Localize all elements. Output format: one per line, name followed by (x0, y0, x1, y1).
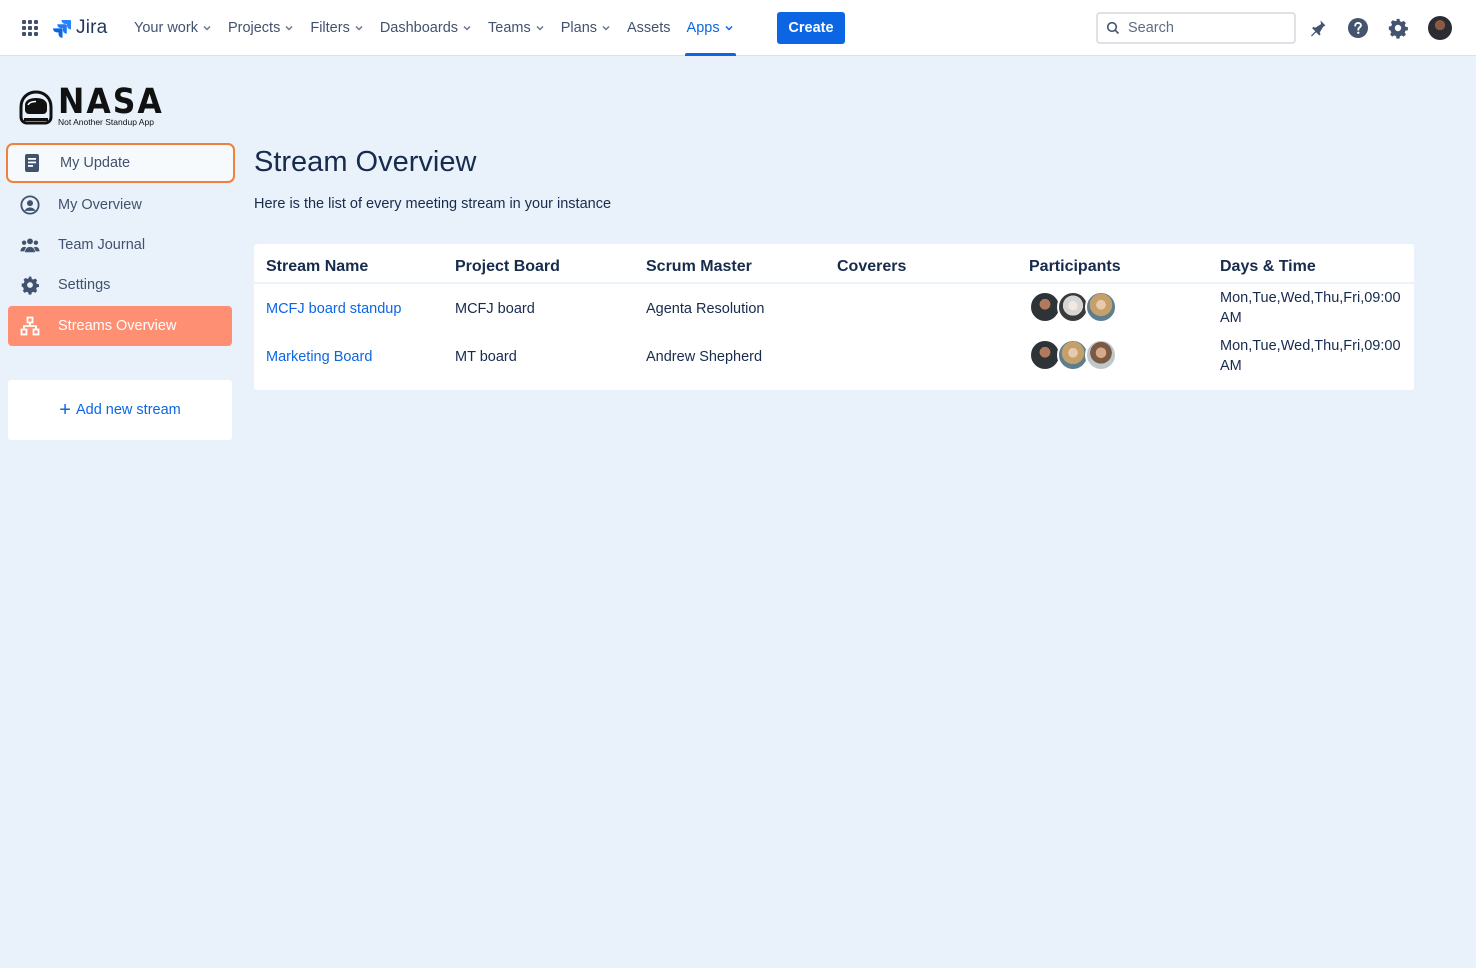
nav-filters[interactable]: Filters (302, 0, 371, 56)
nav-label: Filters (310, 20, 350, 36)
primary-nav: Your work Projects Filters Dashboards Te… (126, 0, 742, 56)
app-switcher-icon[interactable] (20, 18, 40, 38)
column-header-days-time: Days & Time (1220, 258, 1316, 275)
scrum-master-cell: Andrew Shepherd (646, 349, 763, 365)
search-input[interactable] (1128, 20, 1278, 36)
nav-label: Teams (488, 20, 531, 36)
sidebar-item-label: Streams Overview (58, 318, 177, 334)
chevron-down-icon (725, 25, 733, 31)
sidebar-item-my-update[interactable]: My Update (6, 143, 235, 183)
plus-icon: + (59, 399, 71, 421)
chevron-down-icon (536, 25, 544, 31)
streams-table: Stream Name Project Board Scrum Master C… (254, 244, 1414, 390)
table-row: Marketing Board MT board Andrew Shepherd… (254, 332, 1414, 380)
brand-name: NASA (58, 82, 164, 122)
scrum-master-cell: Agenta Resolution (646, 301, 765, 317)
days-time-cell: Mon,Tue,Wed,Thu,Fri,09:00 AM (1220, 338, 1401, 374)
sidebar-item-label: Team Journal (58, 237, 146, 253)
sidebar-item-label: My Overview (58, 197, 142, 213)
add-new-stream-button[interactable]: + Add new stream (59, 399, 181, 421)
project-board-cell: MT board (455, 349, 517, 365)
nav-dashboards[interactable]: Dashboards (372, 0, 480, 56)
hierarchy-icon (20, 316, 40, 336)
brand-tagline: Not Another Standup App (58, 117, 154, 127)
page-description: Here is the list of every meeting stream… (254, 196, 612, 212)
jira-logo[interactable]: Jira (52, 15, 107, 41)
sidebar: NASA Not Another Standup App My Update M… (0, 57, 240, 968)
sidebar-item-label: Settings (58, 277, 111, 293)
add-stream-card: + Add new stream (8, 380, 232, 440)
chevron-down-icon (355, 25, 363, 31)
participants-avatars (1029, 291, 1117, 323)
table-header: Stream Name Project Board Scrum Master C… (254, 244, 1414, 284)
days-time-cell: Mon,Tue,Wed,Thu,Fri,09:00 AM (1220, 290, 1401, 326)
nav-label: Plans (560, 20, 598, 36)
chevron-down-icon (203, 25, 211, 31)
column-header-coverers: Coverers (837, 258, 907, 275)
avatar[interactable] (1085, 291, 1117, 323)
column-header-scrum-master: Scrum Master (646, 258, 752, 275)
sidebar-item-settings[interactable]: Settings (8, 265, 232, 305)
jira-product-name: Jira (76, 17, 108, 38)
nav-label: Projects (227, 20, 281, 36)
stream-name-link[interactable]: MCFJ board standup (266, 301, 401, 317)
nav-your-work[interactable]: Your work (126, 0, 220, 56)
nav-label: Apps (686, 20, 720, 36)
nasa-logo: NASA Not Another Standup App (18, 82, 178, 129)
people-icon (20, 235, 40, 255)
profile-avatar[interactable] (1428, 16, 1452, 40)
jira-logo-icon (53, 20, 71, 38)
search-box[interactable] (1096, 12, 1296, 44)
chevron-down-icon (463, 25, 471, 31)
user-circle-icon (20, 195, 40, 215)
sidebar-item-label: My Update (60, 155, 131, 171)
nav-label: Dashboards (379, 20, 459, 36)
nav-label: Assets (627, 20, 671, 36)
project-board-cell: MCFJ board (455, 301, 535, 317)
astronaut-helmet-icon (19, 90, 53, 125)
page-title: Stream Overview (254, 146, 477, 178)
notifications-icon[interactable] (1306, 16, 1330, 40)
table-row: MCFJ board standup MCFJ board Agenta Res… (254, 284, 1414, 332)
nav-label: Your work (134, 20, 198, 36)
settings-icon[interactable] (1386, 16, 1410, 40)
gear-icon (20, 275, 40, 295)
nav-teams[interactable]: Teams (480, 0, 553, 56)
help-icon[interactable] (1346, 16, 1370, 40)
search-icon (1106, 21, 1120, 35)
avatar[interactable] (1085, 339, 1117, 371)
nav-projects[interactable]: Projects (220, 0, 302, 56)
nav-apps[interactable]: Apps (679, 0, 742, 56)
nav-plans[interactable]: Plans (553, 0, 619, 56)
top-navigation: Jira Your work Projects Filters Dashboar… (0, 0, 1476, 56)
document-icon (22, 153, 42, 173)
column-header-project-board: Project Board (455, 258, 560, 275)
create-button[interactable]: Create (777, 12, 845, 44)
column-header-participants: Participants (1029, 258, 1121, 275)
add-new-stream-label: Add new stream (75, 402, 181, 418)
stream-name-link[interactable]: Marketing Board (266, 349, 372, 365)
column-header-stream-name: Stream Name (266, 258, 369, 275)
sidebar-item-streams-overview[interactable]: Streams Overview (8, 306, 232, 346)
chevron-down-icon (602, 25, 610, 31)
nav-assets[interactable]: Assets (619, 0, 679, 56)
sidebar-item-team-journal[interactable]: Team Journal (8, 225, 232, 265)
sidebar-item-my-overview[interactable]: My Overview (8, 185, 232, 225)
participants-avatars (1029, 339, 1117, 371)
chevron-down-icon (285, 25, 293, 31)
